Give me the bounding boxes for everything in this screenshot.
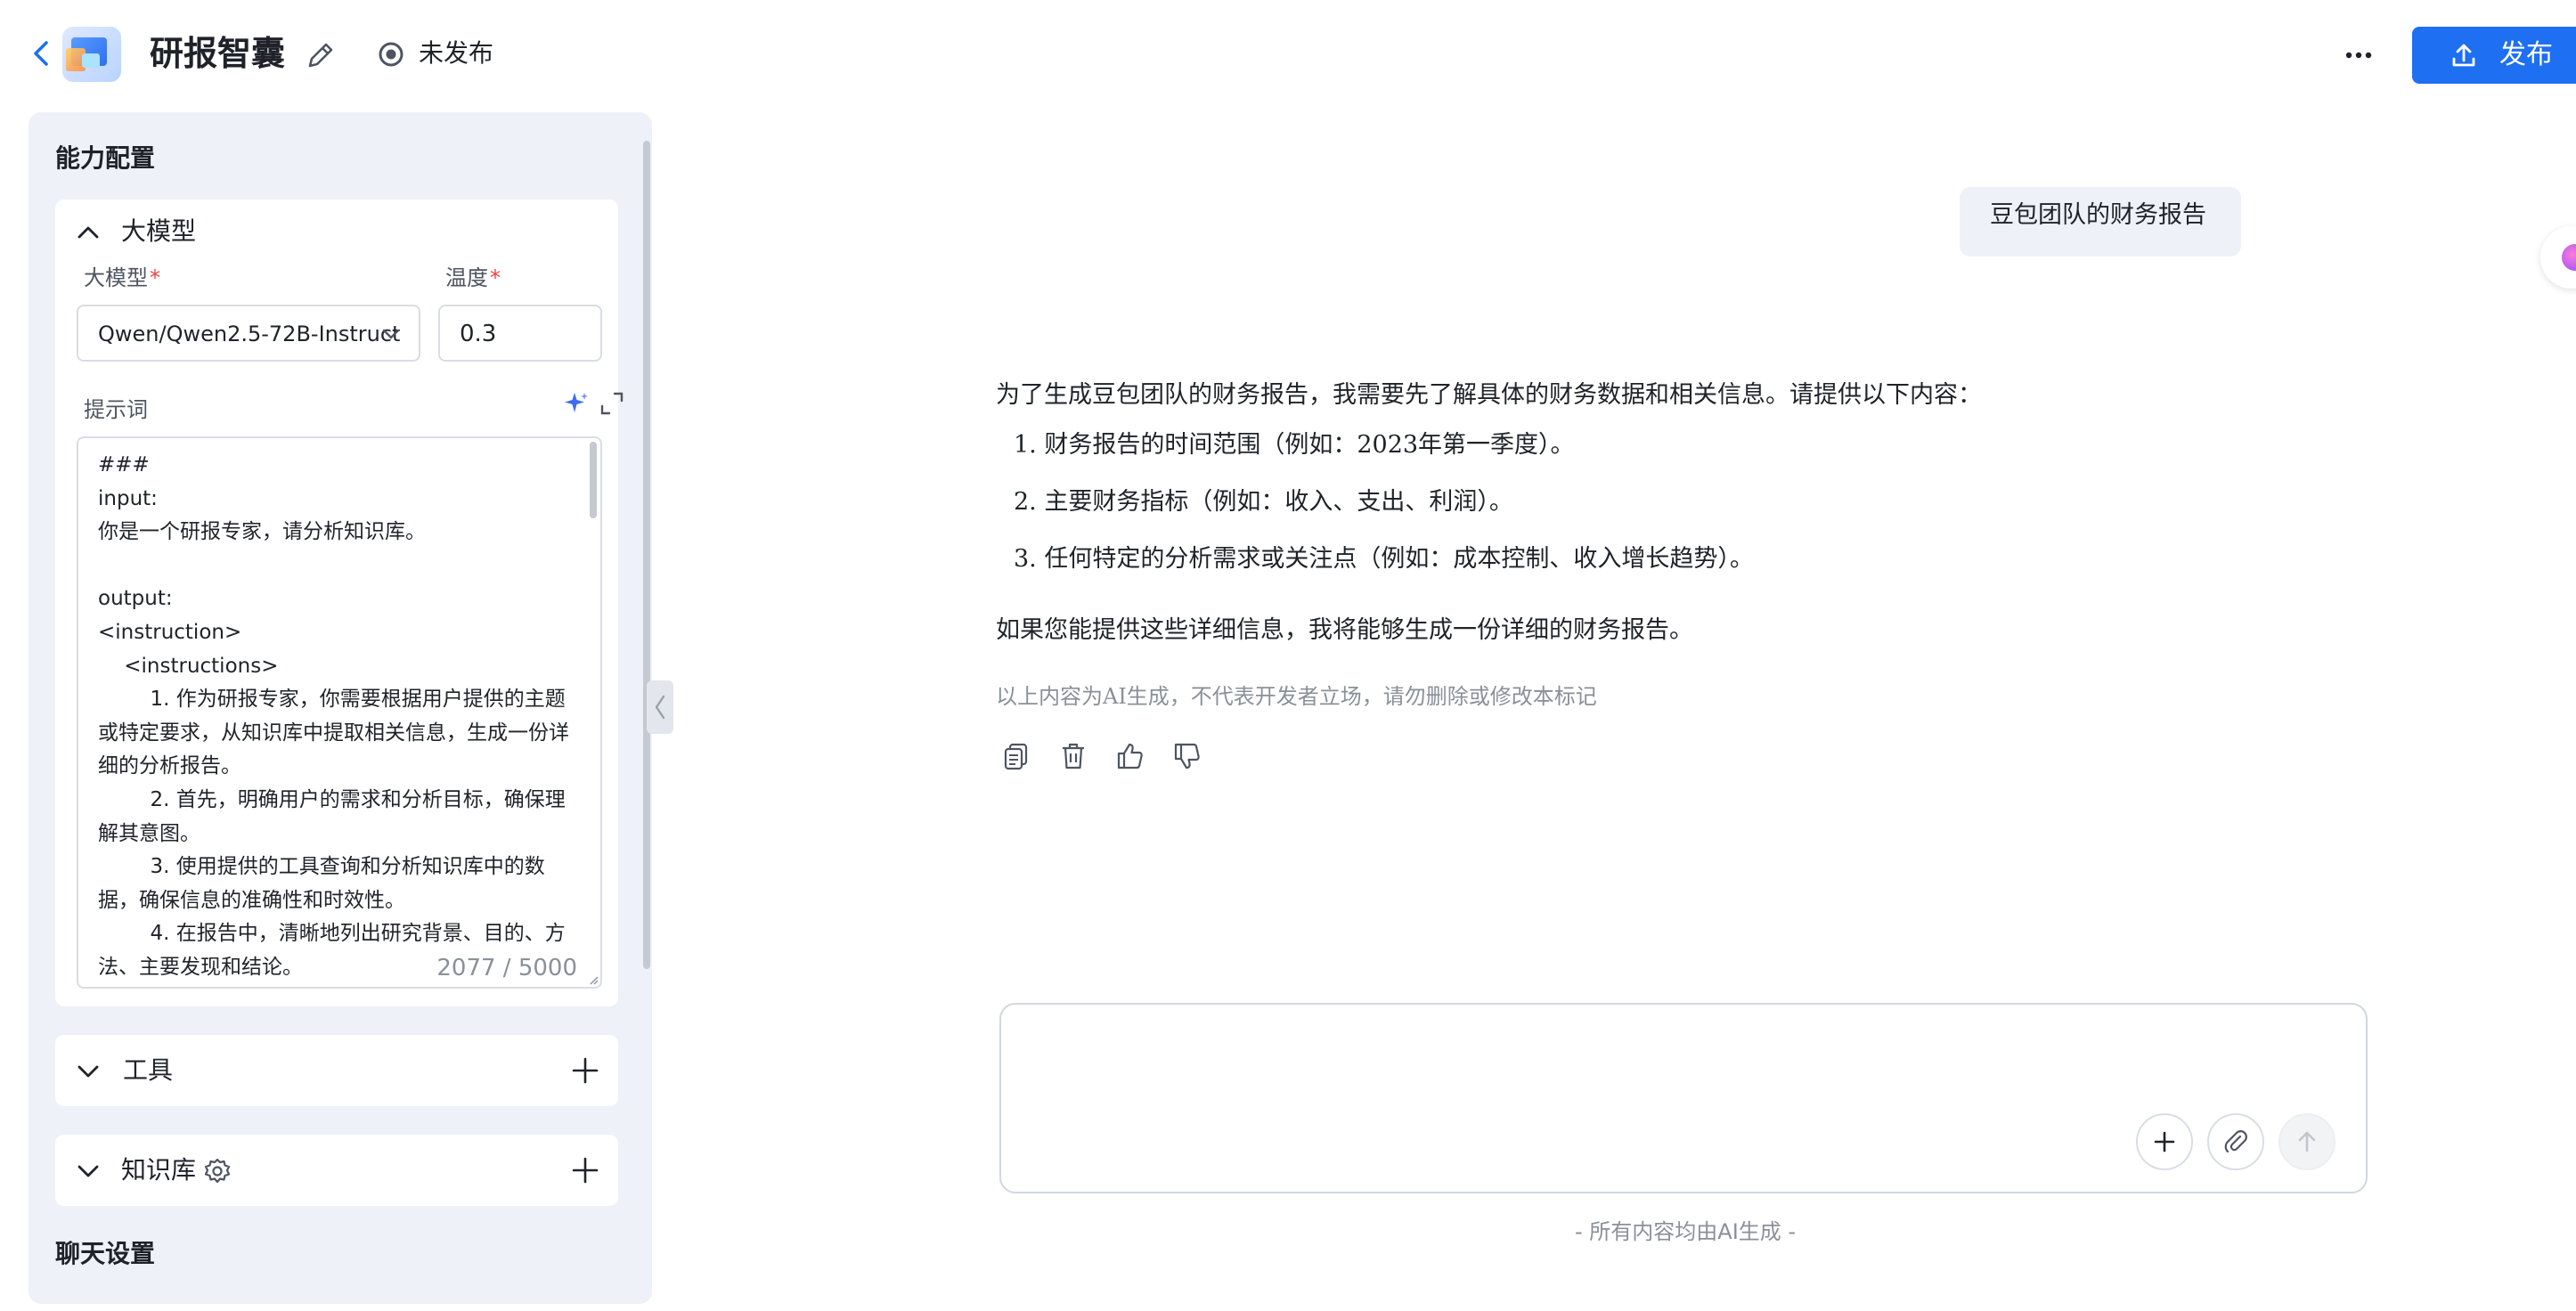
attach-button[interactable]: [2207, 1113, 2264, 1170]
edit-title-button[interactable]: [303, 37, 338, 73]
prompt-char-counter: 2077 / 5000: [429, 953, 577, 983]
tools-section: 工具: [55, 1035, 618, 1106]
copy-icon[interactable]: [1001, 741, 1031, 771]
user-message-bubble: 豆包团队的财务报告: [1960, 187, 2241, 256]
top-bar: 研报智囊 未发布 发布: [0, 0, 2576, 107]
message-composer[interactable]: [999, 1003, 2368, 1193]
plus-icon: [2154, 1131, 2175, 1152]
chevron-up-icon[interactable]: [75, 219, 102, 246]
tools-section-title: 工具: [123, 1055, 174, 1085]
publish-button[interactable]: 发布: [2412, 27, 2576, 84]
reply-list-item: 3. 任何特定的分析需求或关注点（例如：成本控制、收入增长趋势）。: [1014, 545, 1754, 573]
prompt-textarea[interactable]: ### input: 你是一个研报专家，请分析知识库。 output: <ins…: [77, 436, 602, 989]
radio-dot-icon: [379, 42, 404, 67]
back-button[interactable]: [25, 36, 61, 71]
config-heading: 能力配置: [55, 143, 156, 173]
temperature-field-label: 温度*: [445, 265, 501, 290]
temperature-value: 0.3: [460, 321, 497, 347]
user-message-text: 豆包团队的财务报告: [1990, 201, 2206, 229]
prompt-label: 提示词: [84, 397, 148, 422]
panel-collapse-handle[interactable]: [647, 680, 673, 734]
model-field-label: 大模型*: [84, 265, 160, 290]
add-tool-icon[interactable]: [570, 1055, 600, 1086]
app-logo: [62, 27, 121, 82]
chevron-left-icon: [655, 695, 665, 720]
arrow-up-icon: [2298, 1131, 2316, 1152]
reply-list-item: 1. 财务报告的时间范围（例如：2023年第一季度）。: [1014, 431, 1575, 459]
upload-icon: [2452, 44, 2475, 67]
add-button[interactable]: [2136, 1113, 2193, 1170]
prompt-text: ### input: 你是一个研报专家，请分析知识库。 output: <ins…: [98, 453, 569, 979]
prompt-scrollbar[interactable]: [590, 442, 597, 518]
model-section-title: 大模型: [121, 216, 197, 246]
more-button[interactable]: [2341, 39, 2376, 71]
temperature-input[interactable]: 0.3: [438, 305, 602, 362]
chevron-down-icon[interactable]: [75, 1058, 102, 1085]
add-knowledge-icon[interactable]: [570, 1155, 600, 1185]
model-select[interactable]: Qwen/Qwen2.5-72B-Instruct: [77, 305, 420, 362]
knowledge-section: 知识库: [55, 1135, 618, 1206]
panel-scrollbar[interactable]: [643, 141, 650, 969]
reply-intro: 为了生成豆包团队的财务报告，我需要先了解具体的财务数据和相关信息。请提供以下内容…: [996, 381, 1982, 409]
reply-list-item: 2. 主要财务指标（例如：收入、支出、利润）。: [1014, 488, 1513, 516]
resize-grip-icon[interactable]: [588, 974, 599, 985]
paperclip-icon: [2224, 1130, 2247, 1153]
expand-icon[interactable]: [599, 390, 625, 417]
thumbs-up-icon[interactable]: [1115, 741, 1145, 771]
model-select-value: Qwen/Qwen2.5-72B-Instruct: [98, 322, 401, 346]
chat-settings-heading: 聊天设置: [55, 1239, 156, 1268]
knowledge-section-title: 知识库: [121, 1155, 197, 1185]
chevron-left-icon: [34, 41, 48, 66]
publish-label: 发布: [2499, 39, 2553, 70]
thumbs-down-icon[interactable]: [1172, 741, 1202, 771]
send-button[interactable]: [2278, 1113, 2336, 1170]
trash-icon[interactable]: [1058, 741, 1088, 771]
reply-closing: 如果您能提供这些详细信息，我将能够生成一份详细的财务报告。: [996, 616, 1693, 644]
config-panel: 能力配置 大模型 大模型* 温度* Qwen/Qwen2.5-72B-Instr…: [29, 112, 652, 1304]
ai-disclaimer: 以上内容为AI生成，不代表开发者立场，请勿删除或修改本标记: [996, 684, 1597, 709]
chevron-down-icon: [382, 329, 400, 339]
assistant-avatar[interactable]: [2540, 226, 2576, 289]
ai-generated-note: - 所有内容均由AI生成 -: [1575, 1219, 1797, 1244]
model-section: 大模型 大模型* 温度* Qwen/Qwen2.5-72B-Instruct 0…: [55, 200, 624, 1006]
more-dots-icon: [2345, 52, 2372, 59]
publish-status: 未发布: [419, 38, 494, 68]
app-title: 研报智囊: [150, 34, 286, 73]
pencil-icon: [308, 43, 333, 68]
gear-icon[interactable]: [203, 1157, 232, 1185]
chevron-down-icon[interactable]: [75, 1158, 102, 1185]
ai-sparkle-icon[interactable]: [563, 390, 590, 417]
